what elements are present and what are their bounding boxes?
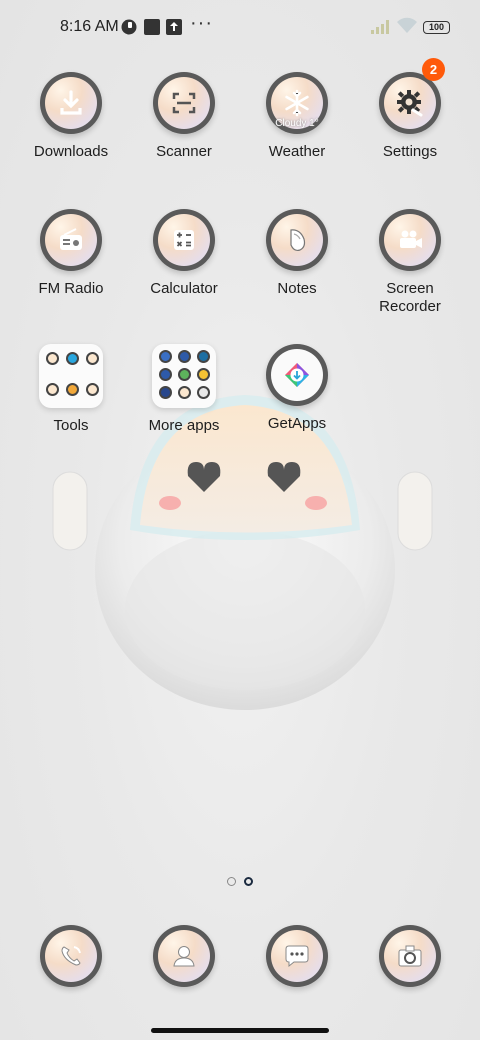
more-notifications-icon: ··· (190, 12, 213, 34)
video-camera-icon (400, 230, 422, 248)
status-time: 8:16 AM (60, 18, 119, 35)
calculator-label: Calculator (150, 280, 218, 297)
weather-app-icon[interactable]: Cloudy 1° (266, 72, 328, 134)
scanner-label: Scanner (156, 143, 212, 160)
weather-temp: Cloudy 1° (275, 118, 319, 129)
phone-app-icon[interactable] (40, 925, 102, 987)
photos-mini-icon (197, 368, 210, 381)
page-indicator-dot-2-active[interactable] (244, 877, 253, 886)
app-downloads[interactable]: Downloads (16, 72, 126, 161)
message-bubble-icon (285, 945, 309, 968)
dock-phone[interactable] (40, 925, 102, 987)
screen-recorder-label: Screen Recorder (379, 280, 441, 315)
downloads-label: Downloads (33, 143, 109, 160)
app-scanner[interactable]: Scanner (129, 72, 239, 161)
app-weather[interactable]: Cloudy 1° Weather (242, 72, 352, 161)
linkedin-mini-icon (159, 368, 172, 381)
download-icon (60, 90, 82, 115)
camera-app-icon[interactable] (379, 925, 441, 987)
downloads-app-icon[interactable] (40, 72, 102, 134)
dock-camera[interactable] (379, 925, 441, 987)
messages-app-icon[interactable] (266, 925, 328, 987)
browser-mini-icon (66, 352, 79, 365)
settings-label: Settings (382, 143, 438, 160)
dock-messages[interactable] (266, 925, 328, 987)
battery-indicator: 100 (423, 21, 450, 34)
dock-contacts[interactable] (153, 925, 215, 987)
signal-icon (371, 20, 389, 34)
snowflake-icon (285, 89, 309, 117)
notes-icon (290, 229, 306, 252)
gear-icon (397, 90, 423, 117)
radio-icon (60, 228, 82, 250)
folder-more-apps[interactable]: More apps (129, 344, 239, 435)
getapps-label: GetApps (267, 415, 327, 432)
app-getapps[interactable]: GetApps (242, 344, 352, 433)
getapps-app-icon[interactable] (266, 344, 328, 406)
tools-folder-icon[interactable] (39, 344, 103, 408)
compass-mini-icon (86, 352, 99, 365)
screen-recorder-app-icon[interactable] (379, 209, 441, 271)
maps-mini-icon (178, 368, 191, 381)
app-settings[interactable]: 2 Settings (355, 58, 465, 161)
folder-tools[interactable]: Tools (16, 344, 126, 435)
app-notes[interactable]: Notes (242, 209, 352, 298)
internet-mini-icon (197, 350, 210, 363)
scan-icon (172, 92, 196, 114)
scanner-app-icon[interactable] (153, 72, 215, 134)
notes-label: Notes (277, 280, 317, 297)
app-screen-recorder[interactable]: Screen Recorder (355, 209, 465, 316)
fm-radio-app-icon[interactable] (40, 209, 102, 271)
app-mini-icon (86, 383, 99, 396)
calculator-icon (174, 230, 194, 250)
recorder-mini-icon (46, 383, 59, 396)
contacts-app-icon[interactable] (153, 925, 215, 987)
fm-radio-label: FM Radio (38, 280, 104, 297)
calculator-app-icon[interactable] (153, 209, 215, 271)
tools-label: Tools (53, 417, 89, 434)
more-apps-folder-icon[interactable] (152, 344, 216, 408)
other-mini-icon (197, 386, 210, 399)
settings-app-icon[interactable]: 2 (379, 58, 445, 134)
contact-person-icon (173, 946, 195, 967)
settings-badge: 2 (422, 58, 445, 81)
getapps-icon (285, 363, 309, 387)
facebook-mini-icon (178, 350, 191, 363)
more-apps-label: More apps (148, 417, 220, 434)
upload-icon (166, 19, 182, 35)
phone-icon (61, 946, 81, 966)
home-gesture-bar[interactable] (151, 1028, 329, 1033)
notification-app-icon (144, 19, 160, 35)
notes-app-icon[interactable] (266, 209, 328, 271)
games-mini-icon (66, 383, 79, 396)
vpn-icon (121, 19, 137, 35)
clock-mini-icon (46, 352, 59, 365)
app-calculator[interactable]: Calculator (129, 209, 239, 298)
chrome-mini-icon (159, 350, 172, 363)
weather-label: Weather (268, 143, 326, 160)
netflix-mini-icon (159, 386, 172, 399)
status-bar: 8:16 AM ··· 100 (0, 0, 480, 56)
camera-icon (398, 945, 422, 967)
play-mini-icon (178, 386, 191, 399)
wifi-icon (397, 17, 417, 33)
app-fm-radio[interactable]: FM Radio (16, 209, 126, 298)
page-indicator-dot-1[interactable] (227, 877, 236, 886)
